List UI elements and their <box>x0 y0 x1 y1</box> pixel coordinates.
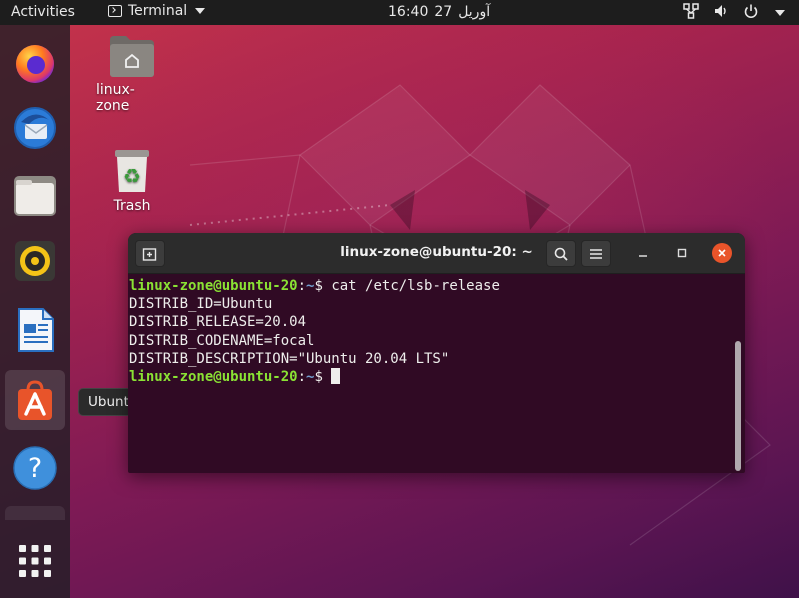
close-icon <box>718 249 726 257</box>
dock-item-rhythmbox[interactable] <box>5 231 65 291</box>
output-line: DISTRIB_DESCRIPTION="Ubuntu 20.04 LTS" <box>129 350 450 367</box>
app-menu[interactable]: Terminal <box>108 3 206 19</box>
prompt-user: linux-zone@ubuntu-20 <box>129 368 298 385</box>
desktop-home-folder[interactable]: linux-zone <box>96 34 168 114</box>
scrollbar[interactable] <box>735 341 741 471</box>
writer-icon <box>18 308 54 352</box>
window-title: linux-zone@ubuntu-20: ~ <box>340 244 533 260</box>
home-folder-icon <box>110 36 154 77</box>
command-text: cat /etc/lsb-release <box>322 278 500 294</box>
text-cursor <box>331 367 341 384</box>
network-icon <box>683 3 699 23</box>
svg-text:♻: ♻ <box>123 164 141 188</box>
dock-item-firefox[interactable] <box>5 33 65 93</box>
clock-day: 27 <box>434 4 453 20</box>
top-bar: Activities Terminal 16:40 27 آوریل <box>0 0 799 25</box>
rhythmbox-icon <box>15 241 55 281</box>
app-menu-label: Terminal <box>128 3 188 19</box>
volume-icon <box>713 3 729 23</box>
power-icon <box>743 3 759 23</box>
files-icon <box>14 176 56 216</box>
firefox-icon <box>16 45 54 83</box>
clock-month: آوریل <box>458 4 491 20</box>
close-button[interactable] <box>712 243 732 263</box>
dock-item-ubuntu-software[interactable] <box>5 370 65 430</box>
dock-item-partial <box>5 506 65 520</box>
trash-icon: ♻ <box>115 150 149 192</box>
prompt-dollar: $ <box>314 278 323 294</box>
clock-time: 16:40 <box>388 4 429 20</box>
prompt-colon: : <box>297 278 307 294</box>
dock-item-help[interactable]: ? <box>5 438 65 498</box>
show-applications-button[interactable] <box>5 531 65 591</box>
output-line: DISTRIB_CODENAME=focal <box>129 332 315 349</box>
output-line: DISTRIB_RELEASE=20.04 <box>129 314 307 331</box>
dock-item-files[interactable] <box>5 165 65 225</box>
chevron-down-icon <box>775 10 785 16</box>
prompt-colon: : <box>297 368 307 385</box>
search-icon <box>554 247 568 261</box>
maximize-button[interactable] <box>673 244 691 262</box>
terminal-headerbar[interactable]: linux-zone@ubuntu-20: ~ <box>128 233 745 274</box>
system-tray[interactable] <box>683 3 785 23</box>
desktop-trash[interactable]: ♻ Trash <box>100 148 164 214</box>
activities-button[interactable]: Activities <box>11 4 75 20</box>
dock: ? <box>0 25 70 598</box>
terminal-output[interactable]: linux-zone@ubuntu-20:~$ cat /etc/lsb-rel… <box>128 274 745 473</box>
prompt-user: linux-zone@ubuntu-20 <box>129 278 298 294</box>
dock-item-libreoffice-writer[interactable] <box>5 300 65 360</box>
maximize-icon <box>677 248 687 258</box>
desktop-home-label: linux-zone <box>96 82 135 114</box>
app-grid-icon <box>19 545 51 577</box>
prompt-dollar: $ <box>314 368 323 385</box>
minimize-button[interactable] <box>634 244 652 262</box>
software-bag-icon <box>18 380 52 420</box>
help-icon: ? <box>13 446 57 490</box>
thunderbird-icon <box>14 107 56 149</box>
svg-text:?: ? <box>28 453 42 484</box>
dock-item-thunderbird[interactable] <box>5 98 65 158</box>
terminal-icon <box>108 5 122 17</box>
hamburger-icon <box>590 248 602 259</box>
output-line: DISTRIB_ID=Ubuntu <box>129 296 273 313</box>
chevron-down-icon <box>195 8 206 14</box>
terminal-window[interactable]: linux-zone@ubuntu-20: ~ linux-zone@ubunt… <box>128 233 745 473</box>
command-line: linux-zone@ubuntu-20:~$ cat /etc/lsb-rel… <box>129 277 745 295</box>
clock[interactable]: 16:40 27 آوریل <box>388 4 490 20</box>
search-button[interactable] <box>546 240 576 267</box>
desktop-trash-label: Trash <box>113 198 151 214</box>
menu-button[interactable] <box>581 240 611 267</box>
current-prompt-line: linux-zone@ubuntu-20:~$ <box>129 367 745 386</box>
minimize-icon <box>639 255 647 257</box>
